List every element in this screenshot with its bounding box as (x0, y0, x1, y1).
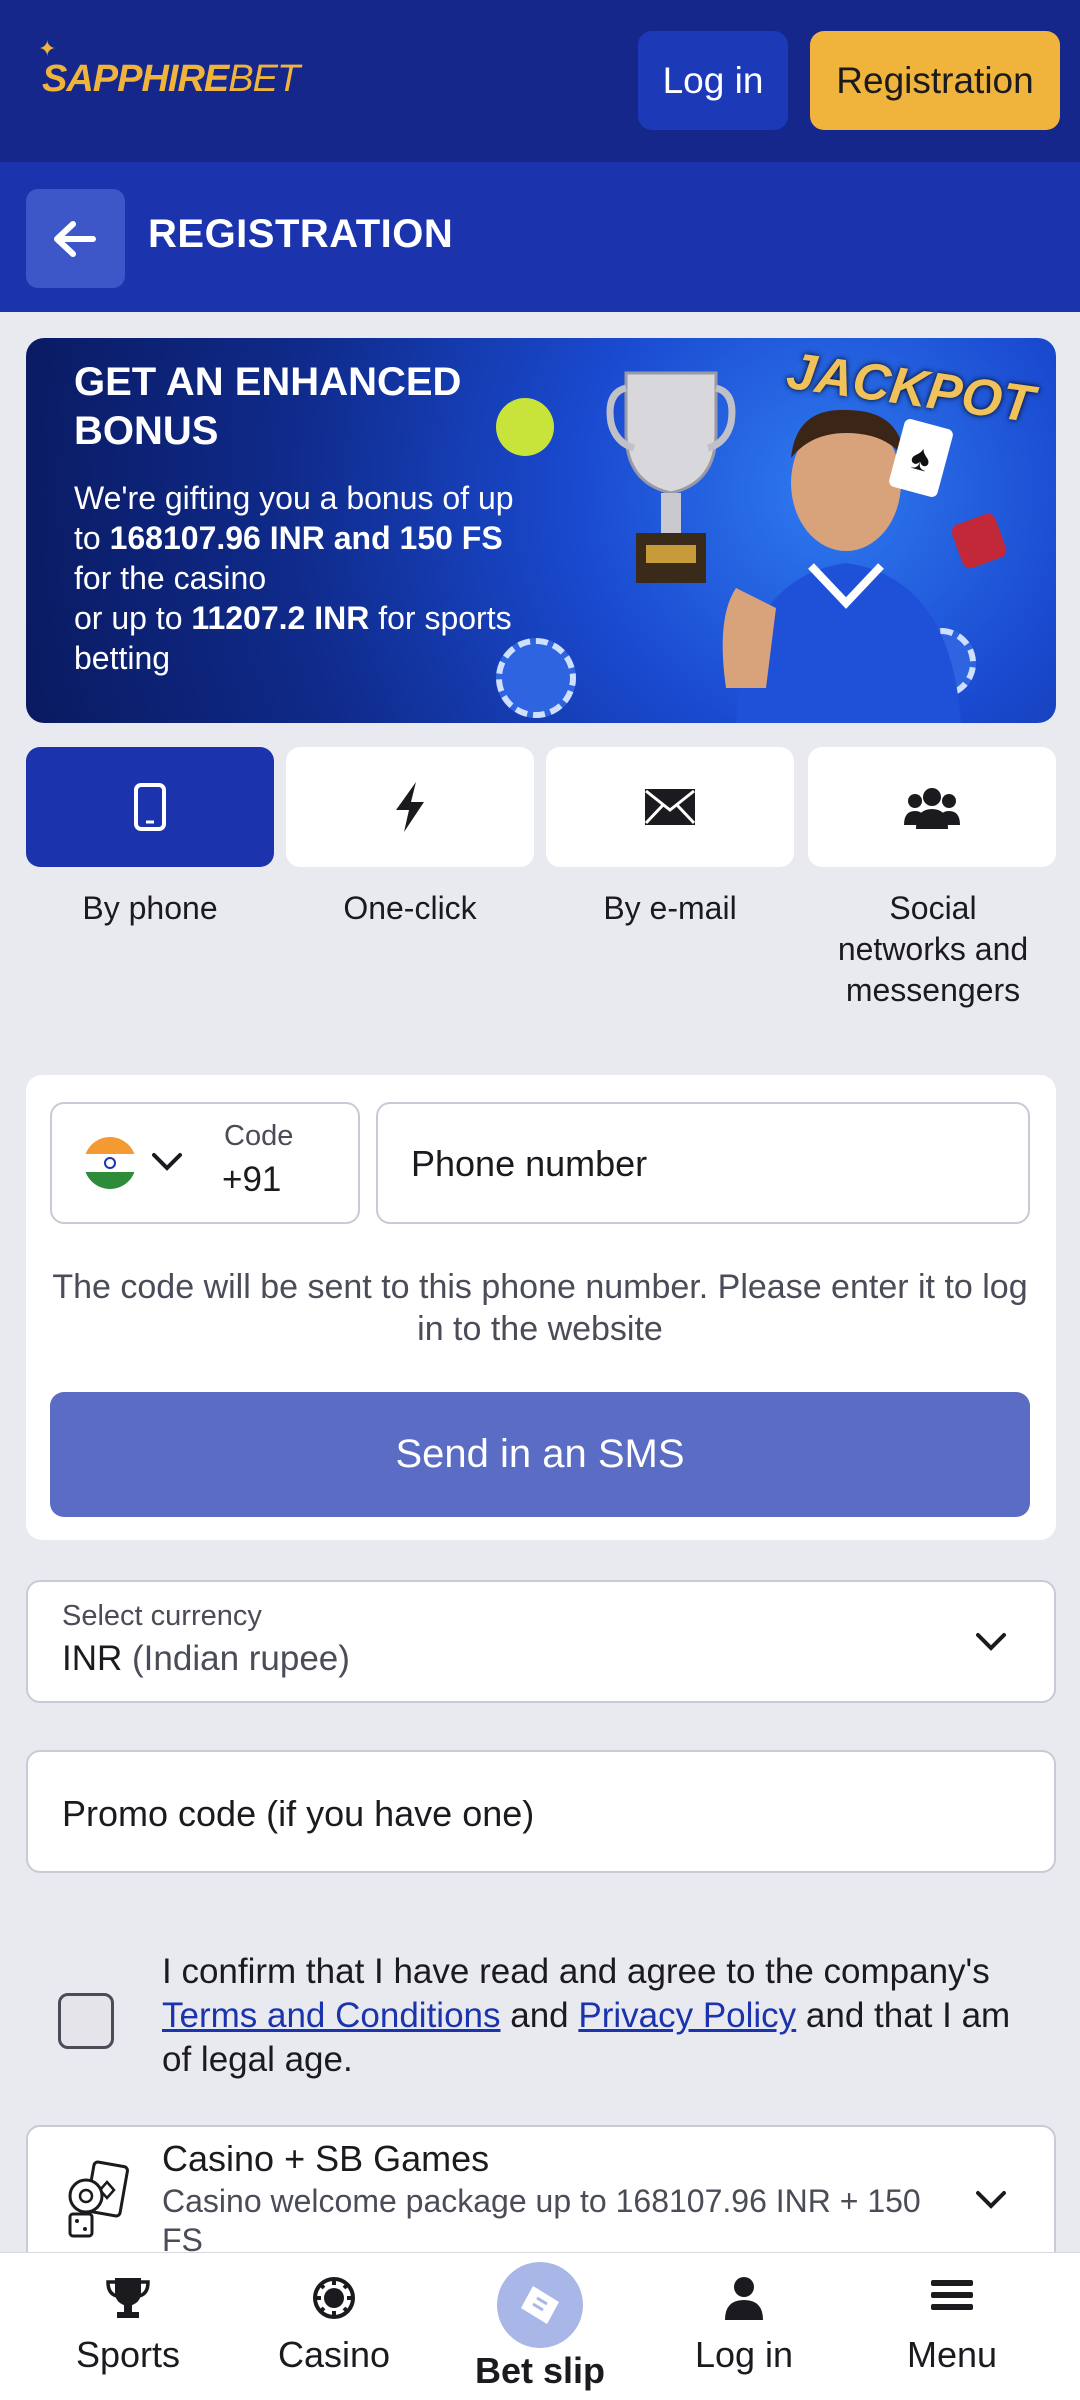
currency-label: Select currency (62, 1600, 262, 1632)
nav-menu[interactable] (852, 2276, 1052, 2319)
chevron-down-icon[interactable] (150, 1150, 184, 1174)
banner-line: betting (74, 640, 171, 676)
bonus-description: Casino welcome package up to 168107.96 I… (162, 2183, 921, 2258)
phone-number-placeholder: Phone number (411, 1143, 648, 1184)
banner-line: We're gifting you a bonus of up (74, 480, 514, 516)
nav-label-bet-slip[interactable]: Bet slip (440, 2350, 640, 2392)
logo[interactable]: SAPPHIREBET (42, 58, 300, 101)
nav-label-menu[interactable]: Menu (852, 2334, 1052, 2376)
banner-sports-amount: 11207.2 INR (191, 600, 370, 636)
envelope-icon (644, 789, 696, 825)
nav-bet-slip[interactable] (497, 2262, 583, 2348)
code-value: +91 (222, 1160, 282, 1199)
terms-link[interactable]: Terms and Conditions (162, 1996, 501, 2035)
banner-description: We're gifting you a bonus of up to 16810… (74, 478, 594, 678)
casino-bonus-icon (68, 2160, 129, 2238)
banner-text-part: to (74, 520, 110, 556)
promo-code-placeholder: Promo code (if you have one) (62, 1793, 535, 1834)
phone-icon (134, 783, 166, 831)
sms-hint-text: The code will be sent to this phone numb… (52, 1268, 1028, 1348)
casino-chip-icon (313, 2277, 355, 2319)
tab-label-one-click[interactable]: One-click (286, 888, 534, 929)
agreement-text-part: I confirm that I have read and agree to … (162, 1952, 990, 1991)
lightning-icon (396, 782, 424, 832)
banner-text-part: for sports (369, 600, 512, 636)
logo-thin: BET (228, 58, 300, 100)
login-button[interactable]: Log in (638, 31, 788, 130)
currency-value: INR (Indian rupee) (62, 1639, 350, 1679)
agree-checkbox[interactable] (58, 1993, 114, 2049)
nav-casino[interactable] (234, 2276, 434, 2325)
send-sms-button[interactable]: Send in an SMS (50, 1392, 1030, 1517)
trophy-icon (106, 2278, 150, 2318)
india-flag-icon (84, 1137, 136, 1189)
tab-social-networks[interactable] (808, 747, 1056, 867)
bonus-banner[interactable]: JACKPOT ♠ GET AN ENHANCED BONUS We're gi… (26, 338, 1056, 723)
banner-line: for the casino (74, 560, 267, 596)
nav-label-sports[interactable]: Sports (28, 2334, 228, 2376)
tab-label-by-email[interactable]: By e-mail (546, 888, 794, 929)
arrow-left-icon (53, 220, 96, 257)
chevron-down-icon[interactable] (974, 1630, 1008, 1654)
back-button[interactable] (26, 189, 125, 288)
tab-one-click[interactable] (286, 747, 534, 867)
currency-code: INR (62, 1639, 123, 1678)
nav-label-casino[interactable]: Casino (234, 2334, 434, 2376)
banner-line: to 168107.96 INR and 150 FS (74, 518, 594, 558)
tab-label-by-phone[interactable]: By phone (26, 888, 274, 929)
page-title: REGISTRATION (148, 212, 454, 256)
menu-icon (931, 2280, 973, 2310)
users-icon (904, 788, 960, 829)
banner-casino-amount: 168107.96 INR and 150 FS (109, 520, 503, 556)
banner-line: or up to 11207.2 INR for sports (74, 598, 594, 638)
chevron-down-icon[interactable] (974, 2188, 1008, 2212)
ticket-icon (521, 2286, 559, 2324)
agreement-text: I confirm that I have read and agree to … (162, 1950, 1042, 2082)
registration-button[interactable]: Registration (810, 31, 1060, 130)
code-label: Code (224, 1120, 294, 1152)
privacy-link[interactable]: Privacy Policy (578, 1996, 796, 2035)
tab-by-email[interactable] (546, 747, 794, 867)
currency-name: (Indian rupee) (132, 1639, 350, 1678)
tab-by-phone[interactable] (26, 747, 274, 867)
tab-label-social-networks[interactable]: Social networks and messengers (808, 888, 1058, 1011)
banner-text-part: or up to (74, 600, 192, 636)
user-icon (725, 2277, 763, 2320)
banner-title: GET AN ENHANCED BONUS (74, 360, 462, 453)
bonus-title: Casino + SB Games (162, 2138, 490, 2179)
nav-label-log-in[interactable]: Log in (644, 2334, 844, 2376)
logo-main: SAPPHIRE (42, 58, 229, 100)
agreement-text-part: and (500, 1996, 579, 2035)
nav-sports[interactable] (28, 2276, 228, 2325)
nav-log-in[interactable] (644, 2276, 844, 2325)
